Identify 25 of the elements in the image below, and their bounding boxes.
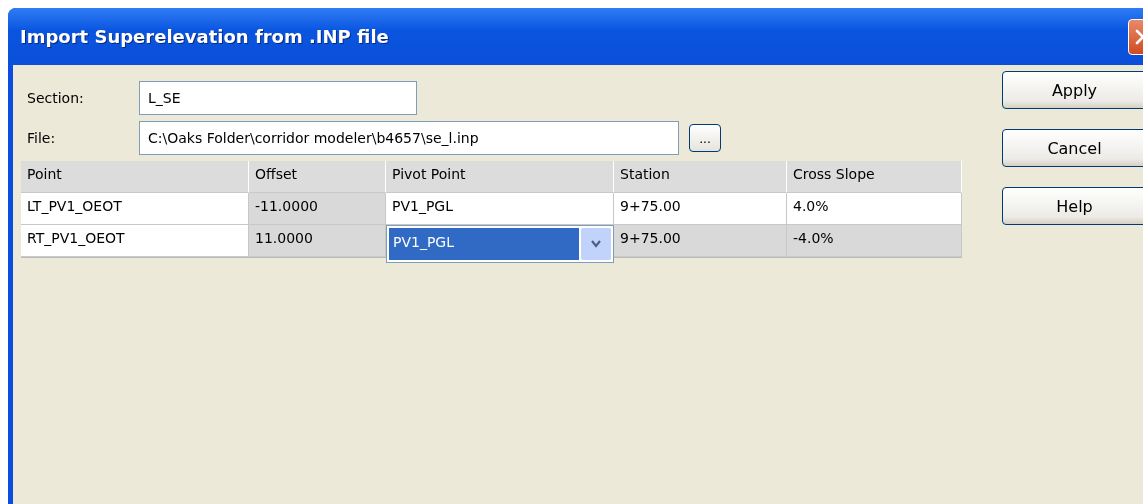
column-header[interactable]: Offset xyxy=(249,161,386,193)
field-label: File: xyxy=(26,130,57,146)
column-header[interactable]: Cross Slope xyxy=(787,161,962,193)
table-cell: -11.0000 xyxy=(249,193,386,225)
column-header[interactable]: Station xyxy=(614,161,787,193)
column-header[interactable]: Point xyxy=(21,161,249,193)
table-cell: RT_PV1_OEOT xyxy=(21,225,249,257)
field-label: Section: xyxy=(26,90,85,106)
dialog-button[interactable]: Cancel xyxy=(1002,129,1143,167)
table-cell: 11.0000 xyxy=(249,225,386,257)
table-cell: 9+75.00 xyxy=(614,193,787,225)
dropdown-field[interactable]: PV1_PGL xyxy=(386,225,614,263)
input-field[interactable]: C:\Oaks Folder\corridor modeler\b4657\se_l.inp xyxy=(139,121,679,155)
column-header[interactable]: Pivot Point xyxy=(386,161,614,193)
table-cell: 9+75.00 xyxy=(614,225,787,257)
dialog-button[interactable]: Apply xyxy=(1002,71,1143,109)
table-cell: PV1_PGL xyxy=(386,193,614,225)
browse-button[interactable]: ... xyxy=(689,124,721,152)
dialog-button[interactable]: Help xyxy=(1002,187,1143,225)
table-cell: -4.0% xyxy=(787,225,962,257)
table-cell: 4.0% xyxy=(787,193,962,225)
window-title: Import Superelevation from .INP file xyxy=(20,26,389,47)
chevron-icon xyxy=(590,239,602,249)
input-field[interactable]: L_SE xyxy=(139,81,417,115)
table-cell: LT_PV1_OEOT xyxy=(21,193,249,225)
